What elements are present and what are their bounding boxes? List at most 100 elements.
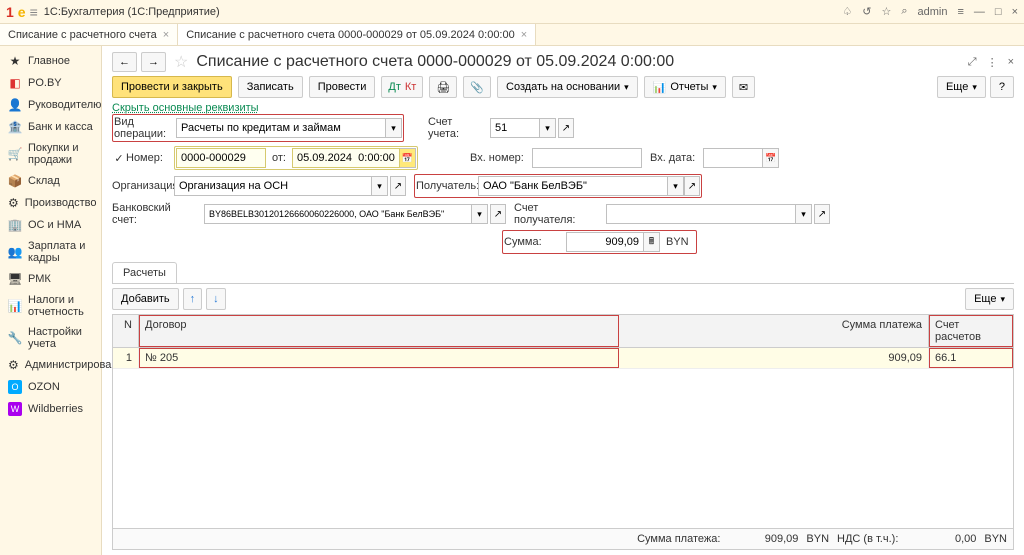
nav-back-button[interactable]: ← (112, 52, 137, 72)
doc-status-icon: ✓ (112, 152, 126, 165)
number-input[interactable] (176, 148, 266, 168)
grid-more-button[interactable]: Еще ▾ (965, 288, 1014, 310)
page-nav: ← → ☆ Списание с расчетного счета 0000-0… (112, 52, 1014, 72)
col-contract[interactable]: Договор (139, 315, 619, 347)
cell-sum[interactable]: 909,09 (619, 348, 929, 368)
favorite-icon[interactable]: ☆ (881, 5, 891, 18)
tab-writeoff-doc[interactable]: Списание с расчетного счета 0000-000029 … (178, 24, 536, 45)
sidebar-item-ozon[interactable]: OOZON (0, 376, 101, 398)
history-icon[interactable]: ↺ (862, 5, 871, 18)
attach-icon[interactable]: 📎 (463, 76, 491, 98)
account-input[interactable] (490, 118, 540, 138)
rec-acc-open-icon[interactable]: ↗ (814, 204, 830, 224)
date-input[interactable] (292, 148, 400, 168)
bank-icon: 🏦 (8, 120, 22, 134)
ext-date-input[interactable] (703, 148, 763, 168)
more-button[interactable]: Еще ▾ (937, 76, 986, 98)
close-tab-icon[interactable]: × (163, 29, 169, 41)
footer-sum: 909,09 (728, 533, 798, 545)
op-type-dropdown-icon[interactable]: ▾ (386, 118, 402, 138)
sidebar-item-assets[interactable]: 🏢ОС и НМА (0, 214, 101, 236)
settings-icon[interactable]: ≡ (957, 6, 963, 18)
rec-acc-label: Счет получателя: (514, 202, 606, 226)
nav-forward-button[interactable]: → (141, 52, 166, 72)
help-button[interactable]: ? (990, 76, 1014, 98)
rec-acc-dropdown-icon[interactable]: ▾ (796, 204, 812, 224)
user-label[interactable]: admin (918, 6, 948, 18)
dtct-icon[interactable]: ДтКт (381, 76, 423, 98)
tab-calc[interactable]: Расчеты (112, 262, 177, 283)
rec-acc-input[interactable] (606, 204, 796, 224)
favorite-star-icon[interactable]: ☆ (170, 52, 192, 72)
ext-calendar-icon[interactable]: 📅 (763, 148, 779, 168)
close-window-icon[interactable]: × (1012, 6, 1018, 18)
tab-label: Списание с расчетного счета (8, 29, 157, 41)
tab-label: Списание с расчетного счета 0000-000029 … (186, 29, 515, 41)
close-page-icon[interactable]: × (1008, 56, 1014, 69)
bank-open-icon[interactable]: ↗ (490, 204, 506, 224)
bank-acc-input[interactable] (204, 204, 472, 224)
sidebar-item-sales[interactable]: 🛒Покупки и продажи (0, 138, 101, 170)
org-input[interactable] (174, 176, 372, 196)
recipient-dropdown-icon[interactable]: ▾ (668, 176, 684, 196)
org-dropdown-icon[interactable]: ▾ (372, 176, 388, 196)
sidebar-item-bank[interactable]: 🏦Банк и касса (0, 116, 101, 138)
minimize-icon[interactable]: — (974, 6, 985, 18)
sidebar-item-main[interactable]: ★Главное (0, 50, 101, 72)
org-label: Организация: (112, 180, 174, 192)
close-tab-icon[interactable]: × (521, 29, 527, 41)
envelope-icon[interactable]: ✉ (732, 76, 755, 98)
link-icon[interactable]: ⤢ (968, 56, 977, 69)
ext-number-input[interactable] (532, 148, 642, 168)
col-n[interactable]: N (113, 315, 139, 347)
sidebar-item-production[interactable]: ⚙Производство (0, 192, 101, 214)
tab-writeoff-list[interactable]: Списание с расчетного счета × (0, 24, 178, 45)
recipient-label: Получатель: (416, 180, 478, 192)
sidebar-item-warehouse[interactable]: 📦Склад (0, 170, 101, 192)
bank-dropdown-icon[interactable]: ▾ (472, 204, 488, 224)
col-acc[interactable]: Счет расчетов (929, 315, 1013, 347)
create-based-button[interactable]: Создать на основании ▾ (497, 76, 638, 98)
move-down-icon[interactable]: ↓ (206, 288, 226, 310)
menu-icon[interactable]: ≡ (30, 4, 38, 20)
reports-button[interactable]: 📊 Отчеты ▾ (644, 76, 726, 98)
add-row-button[interactable]: Добавить (112, 288, 179, 310)
sidebar-item-manager[interactable]: 👤Руководителю (0, 94, 101, 116)
bell-icon[interactable]: ♤ (842, 5, 852, 18)
sidebar-item-poby[interactable]: ◧PO.BY (0, 72, 101, 94)
move-up-icon[interactable]: ↑ (183, 288, 203, 310)
org-open-icon[interactable]: ↗ (390, 176, 406, 196)
submit-close-button[interactable]: Провести и закрыть (112, 76, 232, 98)
search-icon[interactable]: ⌕ (901, 5, 907, 18)
recipient-open-icon[interactable]: ↗ (684, 176, 700, 196)
ext-date-label: Вх. дата: (642, 152, 703, 164)
grid-toolbar: Добавить ↑ ↓ Еще ▾ (112, 284, 1014, 314)
print-icon[interactable]: 🖨 (429, 76, 457, 98)
sidebar-item-wb[interactable]: WWildberries (0, 398, 101, 420)
recipient-input[interactable] (478, 176, 668, 196)
account-dropdown-icon[interactable]: ▾ (540, 118, 556, 138)
col-sum[interactable]: Сумма платежа (619, 315, 929, 347)
sum-input[interactable] (566, 232, 644, 252)
calendar-icon[interactable]: 📅 (400, 148, 416, 168)
footer-vat-label: НДС (в т.ч.): (837, 533, 898, 545)
post-button[interactable]: Провести (309, 76, 376, 98)
sidebar-item-tax[interactable]: 📊Налоги и отчетность (0, 290, 101, 322)
op-type-input[interactable] (176, 118, 386, 138)
cell-acc[interactable]: 66.1 (929, 348, 1013, 368)
maximize-icon[interactable]: □ (995, 6, 1002, 18)
account-open-icon[interactable]: ↗ (558, 118, 574, 138)
number-group: от: 📅 (174, 146, 418, 170)
sidebar-item-admin[interactable]: ⚙Администрирование (0, 354, 101, 376)
sidebar-item-settings[interactable]: 🔧Настройки учета (0, 322, 101, 354)
calc-icon[interactable]: 🖩 (644, 232, 660, 252)
sidebar-item-hr[interactable]: 👥Зарплата и кадры (0, 236, 101, 268)
building-icon: 🏢 (8, 218, 22, 232)
grid-row[interactable]: 1 № 205 909,09 66.1 (113, 348, 1013, 369)
cell-n: 1 (113, 348, 139, 368)
cell-contract[interactable]: № 205 (139, 348, 619, 368)
save-button[interactable]: Записать (238, 76, 303, 98)
sidebar-item-rmk[interactable]: 🖥РМК (0, 268, 101, 290)
hide-main-link[interactable]: Скрыть основные реквизиты (112, 102, 259, 114)
more-icon[interactable]: ⋮ (987, 56, 998, 69)
